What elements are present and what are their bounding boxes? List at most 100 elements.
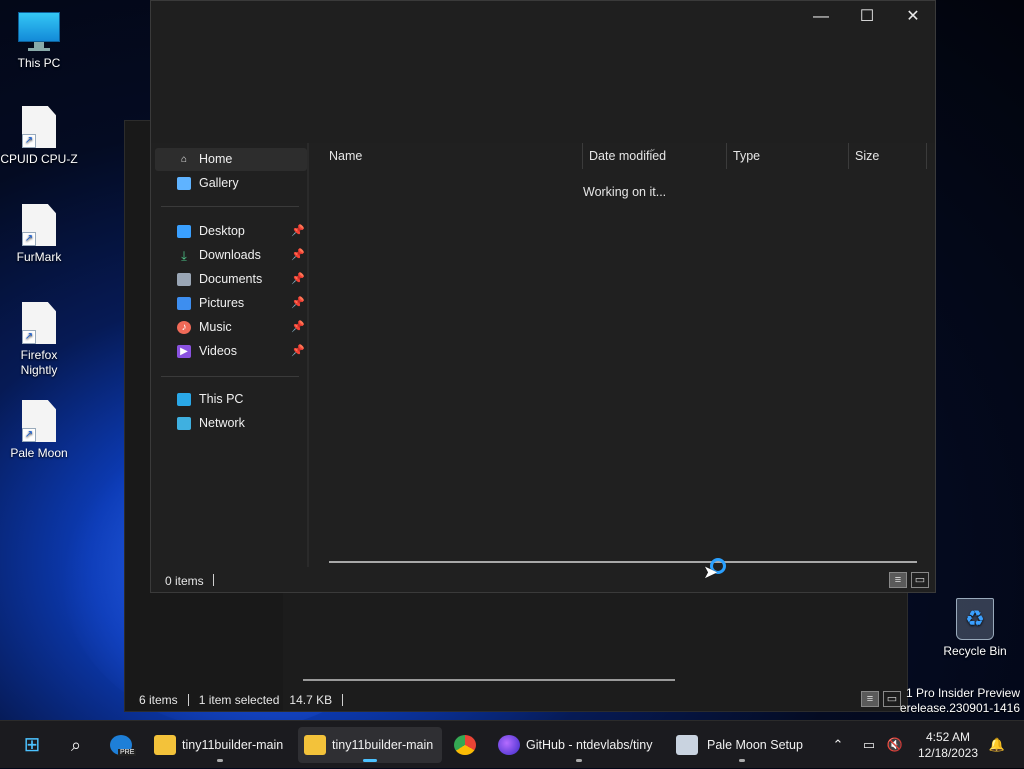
network-icon: ▭ [862,737,876,752]
taskbar-app-firefox[interactable]: GitHub - ntdevlabs/tiny [492,727,666,763]
windows-logo-icon: ⊞ [23,734,41,756]
search-button[interactable]: ⌕ [58,727,94,763]
clock[interactable]: 4:52 AM 12/18/2023 [918,729,978,761]
loading-message: Working on it... [583,185,667,199]
start-button[interactable]: ⊞ [14,727,50,763]
speaker-muted-icon: 🔇 [886,737,904,752]
minimize-button[interactable]: — [799,5,843,29]
pre-badge: PRE [118,749,137,756]
pin-icon[interactable]: 📌 [291,340,305,363]
video-icon: ▶ [177,345,191,358]
navigation-pane: ⌂ Home Gallery Desktop 📌 ⤓ Downloads 📌 D… [151,143,309,567]
file-shortcut-icon: ↗ [22,204,56,246]
network-icon [177,417,191,430]
column-header-name[interactable]: Name [323,143,583,169]
view-switcher: ≡ ▭ [889,572,929,588]
volume-tray-button[interactable]: 🔇 [884,721,906,769]
running-indicator [576,759,582,762]
details-view-icon[interactable]: ≡ [861,691,879,707]
file-shortcut-icon: ↗ [22,302,56,344]
desktop-icon-cpuid[interactable]: ↗ CPUID CPU-Z [0,106,78,167]
details-view-icon[interactable]: ≡ [889,572,907,588]
status-bar: 0 items ≡ ▭ [151,567,935,593]
status-divider [187,694,189,706]
maximize-button[interactable]: ☐ [845,5,889,29]
status-bar: 6 items 1 item selected 14.7 KB [139,693,344,707]
desktop-icon-firefox-nightly[interactable]: ↗ Firefox Nightly [0,302,78,378]
show-hidden-icons-button[interactable]: ⌃ [826,721,850,769]
explorer-window[interactable]: — ☐ ✕ ⌂ Home Gallery Desktop 📌 ⤓ Downloa… [150,0,936,593]
notifications-button[interactable]: 🔔 [984,721,1010,769]
running-indicator [739,759,745,762]
pin-icon[interactable]: 📌 [291,268,305,291]
recycle-bin-icon: ♻ [956,598,994,640]
status-divider [213,574,214,586]
item-count: 0 items [165,574,204,588]
desktop-icon-pale-moon[interactable]: ↗ Pale Moon [0,400,78,461]
firefox-icon [498,735,520,755]
pin-icon[interactable]: 📌 [291,244,305,267]
pin-icon[interactable]: 📌 [291,220,305,243]
home-icon: ⌂ [180,154,188,165]
taskbar-app-pale-moon-setup[interactable]: Pale Moon Setup [670,727,814,763]
desktop-icon-label: Firefox Nightly [20,348,58,377]
nav-item-documents[interactable]: Documents 📌 [155,268,307,291]
download-icon: ⤓ [181,248,187,263]
network-tray-button[interactable]: ▭ [858,721,880,769]
computer-icon [177,393,191,406]
column-header-type[interactable]: Type [727,143,849,169]
status-divider [342,694,344,706]
desktop-icon-recycle-bin[interactable]: ♻ Recycle Bin [936,598,1014,659]
nav-item-downloads[interactable]: ⤓ Downloads 📌 [155,244,307,267]
os-build-watermark: 1 Pro Insider Preview erelease.230901-14… [899,686,1020,715]
taskbar-chrome[interactable] [448,727,484,763]
tiles-view-icon[interactable]: ▭ [911,572,929,588]
document-icon [177,273,191,286]
active-indicator [363,759,377,762]
selection-count: 1 item selected [198,693,280,707]
nav-divider [161,376,299,377]
nav-scrollbar[interactable] [307,143,309,567]
folder-icon [304,735,326,755]
sort-chevron-icon: ⌄ [649,143,657,153]
picture-icon [177,297,191,310]
desktop-icon-furmark[interactable]: ↗ FurMark [0,204,78,265]
close-button[interactable]: ✕ [891,5,935,29]
gallery-icon [177,177,191,190]
search-icon: ⌕ [70,735,82,755]
bell-icon: 🔔 [988,737,1006,752]
nav-item-videos[interactable]: ▶ Videos 📌 [155,340,307,363]
desktop-icon [177,225,191,238]
mouse-pointer-icon: ➤ [703,562,719,582]
desktop-icon-this-pc[interactable]: This PC [0,12,78,71]
column-header-size[interactable]: Size [849,143,927,169]
tiles-view-icon[interactable]: ▭ [883,691,901,707]
pin-icon[interactable]: 📌 [291,316,305,339]
nav-divider [161,206,299,207]
taskbar-app-explorer-1[interactable]: tiny11builder-main [148,727,292,763]
file-shortcut-icon: ↗ [22,106,56,148]
nav-item-network[interactable]: Network [155,412,307,435]
nav-item-this-pc[interactable]: This PC [155,388,307,411]
nav-item-gallery[interactable]: Gallery [155,172,307,195]
nav-item-home[interactable]: ⌂ Home [155,148,307,171]
horizontal-scrollbar[interactable] [303,679,675,681]
selection-size: 14.7 KB [289,693,333,707]
desktop-icon-label: Pale Moon [10,446,68,460]
taskbar-edge[interactable]: PRE [104,727,140,763]
horizontal-scrollbar[interactable] [329,561,917,563]
file-shortcut-icon: ↗ [22,400,56,442]
taskbar-app-explorer-2[interactable]: tiny11builder-main [298,727,442,763]
chevron-up-icon: ⌃ [832,737,844,752]
nav-item-music[interactable]: ♪ Music 📌 [155,316,307,339]
clock-time: 4:52 AM [925,730,970,744]
installer-icon [676,735,698,755]
nav-item-desktop[interactable]: Desktop 📌 [155,220,307,243]
pin-icon[interactable]: 📌 [291,292,305,315]
file-list[interactable]: Name ⌄ Date modified Type Size Working o… [311,143,935,567]
desktop-icon-label: This PC [17,56,61,70]
nav-item-pictures[interactable]: Pictures 📌 [155,292,307,315]
chrome-icon [454,735,476,755]
column-header-date-modified[interactable]: ⌄ Date modified [583,143,727,169]
title-bar[interactable]: — ☐ ✕ [151,1,935,143]
